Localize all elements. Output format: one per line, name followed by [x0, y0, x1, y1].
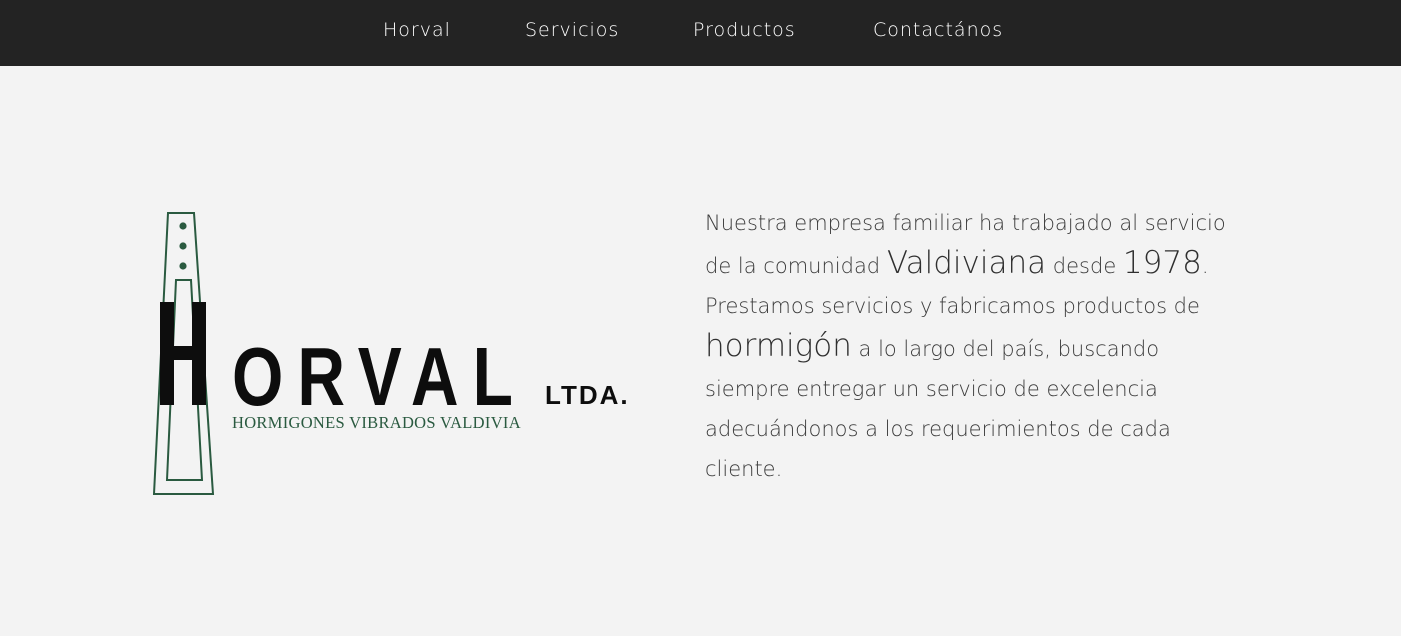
- about-paragraph: Nuestra empresa familiar ha trabajado al…: [705, 203, 1235, 489]
- company-logo: ORVAL LTDA. HORMIGONES VIBRADOS VALDIVIA: [150, 210, 640, 500]
- logo-tagline: HORMIGONES VIBRADOS VALDIVIA: [232, 413, 521, 432]
- logo-wordmark: ORVAL: [232, 330, 527, 423]
- nav-item-contactanos[interactable]: Contactános: [873, 19, 1003, 41]
- nav-item-productos[interactable]: Productos: [693, 19, 796, 41]
- logo-suffix: LTDA.: [545, 380, 630, 410]
- nav-item-servicios[interactable]: Servicios: [525, 19, 619, 41]
- about-text-part2: desde: [1046, 254, 1123, 278]
- about-emph-year: 1978: [1122, 245, 1202, 281]
- nav-item-horval[interactable]: Horval: [383, 19, 451, 41]
- about-emph-valdiviana: Valdiviana: [886, 245, 1047, 281]
- top-navbar: Horval Servicios Productos Contactános: [0, 0, 1401, 66]
- about-emph-hormigon: hormigón: [705, 328, 852, 364]
